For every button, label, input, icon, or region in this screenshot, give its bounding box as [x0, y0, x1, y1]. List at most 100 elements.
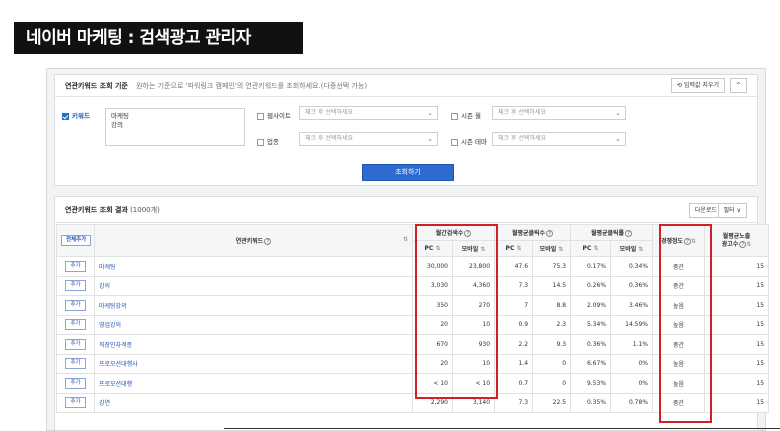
click-pc-cell: 7	[494, 295, 534, 316]
keyword-column-label: 연관키워드	[235, 238, 264, 245]
ctr-mobile-cell: 0.78%	[610, 392, 654, 413]
click-pc-cell: 2.2	[494, 334, 534, 355]
chevron-down-icon: ⌄	[615, 135, 621, 143]
ctr-mobile-cell: 14.59%	[610, 314, 654, 335]
ad-count-cell: 15	[704, 295, 770, 316]
ad-count-header[interactable]: 월평균노출 광고수? ⇅	[704, 224, 770, 257]
ctr-pc-header[interactable]: PC ⇅	[570, 240, 612, 257]
result-count: (1000개)	[130, 206, 160, 214]
ad-count-cell: 15	[704, 353, 770, 374]
sort-icon[interactable]: ⇅	[593, 245, 598, 252]
add-keyword-button[interactable]: 추가	[65, 280, 86, 292]
reset-input-button[interactable]: ⟲ 입력값 지우기	[671, 78, 725, 93]
add-keyword-button[interactable]: 추가	[65, 319, 86, 331]
season-month-checkbox-row[interactable]: 시즌 월	[451, 110, 481, 120]
add-keyword-button[interactable]: 추가	[65, 299, 86, 311]
sort-icon[interactable]: ⇅	[403, 236, 408, 243]
search-panel-title: 연관키워드 조회 기준	[65, 82, 128, 90]
click-pc-cell: 7.3	[494, 392, 534, 413]
add-keyword-button[interactable]: 추가	[65, 338, 86, 350]
click-mobile-cell: 0	[532, 353, 572, 374]
keyword-textarea[interactable]: 마케팅 강의	[105, 108, 245, 146]
keyword-checkbox-row[interactable]: 키워드	[62, 110, 90, 120]
ctr-pc-cell: 0.17%	[570, 256, 612, 277]
mobile-label: 모바일	[619, 246, 637, 253]
sort-icon[interactable]: ⇅	[516, 245, 521, 252]
industry-select[interactable]: 체크 후 선택하세요 ⌄	[299, 132, 438, 146]
sort-icon[interactable]: ⇅	[638, 246, 643, 253]
keyword-link[interactable]: 강연	[94, 392, 413, 413]
divider-line	[224, 428, 780, 429]
keyword-link[interactable]: 마케팅	[94, 256, 413, 277]
ctr-mobile-cell: 0%	[610, 353, 654, 374]
monthly-click-label: 월평균클릭수	[511, 230, 546, 237]
pc-label: PC	[505, 245, 515, 252]
website-checkbox[interactable]	[257, 112, 264, 120]
collapse-button[interactable]: ^	[729, 78, 747, 93]
ad-count-label-2: 광고수	[721, 240, 739, 248]
add-keyword-button[interactable]: 추가	[65, 397, 86, 409]
help-icon[interactable]: ?	[264, 238, 272, 245]
season-theme-select[interactable]: 체크 후 선택하세요 ⌄	[492, 132, 626, 146]
season-month-select-placeholder: 체크 후 선택하세요	[498, 109, 546, 116]
add-cell: 추가	[56, 275, 95, 296]
result-panel-title: 연관키워드 조회 결과	[65, 206, 128, 214]
keyword-checkbox[interactable]	[62, 112, 69, 120]
ad-count-cell: 15	[704, 256, 770, 277]
ad-count-cell: 15	[704, 314, 770, 335]
filter-button[interactable]: 필터 ∨	[717, 203, 747, 218]
add-keyword-button[interactable]: 추가	[65, 358, 86, 370]
search-panel-hint: 원하는 기준으로 '파워링크 캠페인'의 연관키워드를 조회하세요.(다중선택 …	[136, 82, 368, 90]
keyword-link[interactable]: 영업강의	[94, 314, 413, 335]
add-all-header: 전체추가	[56, 224, 95, 257]
keyword-column-header[interactable]: 연관키워드? ⇅	[94, 224, 413, 257]
result-panel-header: 연관키워드 조회 결과 (1000개) 다운로드 필터 ∨	[55, 197, 757, 223]
add-keyword-button[interactable]: 추가	[65, 377, 86, 389]
industry-checkbox[interactable]	[257, 138, 264, 146]
keyword-link[interactable]: 프로모션대행사	[94, 353, 413, 374]
search-submit-button[interactable]: 조회하기	[362, 164, 454, 181]
ctr-mobile-cell: 0.36%	[610, 275, 654, 296]
ad-count-cell: 15	[704, 373, 770, 394]
pc-label: PC	[582, 245, 592, 252]
keyword-link[interactable]: 직장인자격증	[94, 334, 413, 355]
add-all-button[interactable]: 전체추가	[61, 235, 92, 246]
website-select[interactable]: 체크 후 선택하세요 ⌄	[299, 106, 438, 120]
click-pc-header[interactable]: PC ⇅	[494, 240, 534, 257]
refresh-icon: ⟲	[677, 82, 683, 89]
add-keyword-button[interactable]: 추가	[65, 260, 86, 272]
click-mobile-header[interactable]: 모바일 ⇅	[532, 240, 572, 257]
season-month-select[interactable]: 체크 후 선택하세요 ⌄	[492, 106, 626, 120]
click-pc-cell: 47.6	[494, 256, 534, 277]
click-pc-cell: 0.7	[494, 373, 534, 394]
ctr-pc-cell: 5.34%	[570, 314, 612, 335]
ctr-pc-cell: 9.53%	[570, 373, 612, 394]
add-cell: 추가	[56, 353, 95, 374]
industry-checkbox-row[interactable]: 업종	[257, 136, 279, 146]
click-mobile-cell: 14.5	[532, 275, 572, 296]
ctr-mobile-header[interactable]: 모바일 ⇅	[610, 240, 654, 257]
ctr-pc-cell: 6.67%	[570, 353, 612, 374]
website-select-placeholder: 체크 후 선택하세요	[305, 109, 353, 116]
season-month-checkbox[interactable]	[451, 112, 458, 120]
monthly-click-header: 월평균클릭수?	[494, 224, 572, 241]
help-icon[interactable]: ?	[625, 230, 633, 237]
website-checkbox-row[interactable]: 웹사이트	[257, 110, 291, 120]
industry-label: 업종	[267, 138, 279, 146]
season-theme-checkbox[interactable]	[451, 138, 458, 146]
chevron-down-icon: ⌄	[427, 109, 433, 117]
click-pc-cell: 7.3	[494, 275, 534, 296]
keyword-label: 키워드	[72, 112, 90, 120]
ad-count-label-1: 월평균노출	[722, 232, 751, 240]
season-theme-checkbox-row[interactable]: 시즌 테마	[451, 136, 487, 146]
keyword-link[interactable]: 마케팅강의	[94, 295, 413, 316]
chevron-down-icon: ⌄	[427, 135, 433, 143]
click-mobile-cell: 22.5	[532, 392, 572, 413]
help-icon[interactable]: ?	[546, 230, 554, 237]
sort-icon[interactable]: ⇅	[558, 246, 563, 253]
add-cell: 추가	[56, 392, 95, 413]
keyword-link[interactable]: 강의	[94, 275, 413, 296]
sort-icon[interactable]: ⇅	[746, 241, 751, 248]
click-mobile-cell: 8.8	[532, 295, 572, 316]
keyword-link[interactable]: 프로모션대행	[94, 373, 413, 394]
